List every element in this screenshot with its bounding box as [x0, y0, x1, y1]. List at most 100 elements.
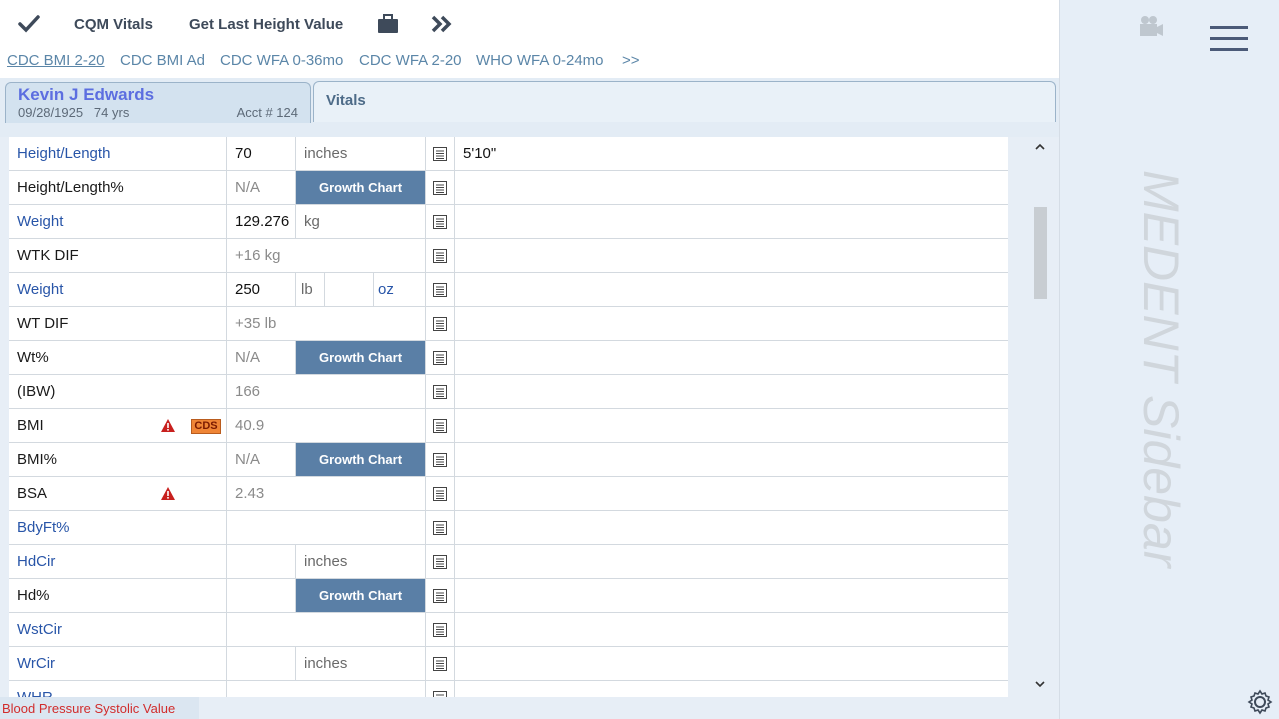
notes-icon[interactable]: [426, 477, 455, 510]
table-row: BdyFt%: [9, 511, 1008, 545]
wtk-dif-label: WTK DIF: [9, 239, 227, 272]
cds-badge[interactable]: CDS: [191, 419, 221, 434]
growth-chart-button[interactable]: Growth Chart: [296, 171, 426, 204]
warning-icon[interactable]: [160, 418, 176, 433]
weight-kg-label[interactable]: Weight: [9, 205, 227, 238]
comment-field[interactable]: [455, 647, 1008, 680]
wt-pct-label: Wt%: [9, 341, 227, 374]
comment-field[interactable]: [455, 171, 1008, 204]
growth-chart-button[interactable]: Growth Chart: [296, 579, 426, 612]
hdcir-input[interactable]: [227, 545, 296, 578]
height-unit: inches: [296, 137, 426, 170]
table-row: HdCir inches: [9, 545, 1008, 579]
comment-field[interactable]: [455, 375, 1008, 408]
comment-field[interactable]: [455, 341, 1008, 374]
gear-icon[interactable]: [1247, 689, 1273, 715]
patient-name: Kevin J Edwards: [18, 85, 155, 104]
link-cdc-wfa-0-36mo[interactable]: CDC WFA 0-36mo: [220, 52, 343, 69]
bmi-pct-value: N/A: [227, 443, 296, 476]
wrcir-input[interactable]: [227, 647, 296, 680]
weight-oz-input[interactable]: [325, 273, 374, 306]
scroll-up-icon[interactable]: [1031, 139, 1049, 153]
ibw-value: 166: [227, 375, 426, 408]
bdyft-label[interactable]: BdyFt%: [9, 511, 227, 544]
hdcir-label[interactable]: HdCir: [9, 545, 227, 578]
notes-icon[interactable]: [426, 205, 455, 238]
table-row: Weight 250 lb oz: [9, 273, 1008, 307]
comment-field[interactable]: [455, 545, 1008, 578]
link-cdc-bmi-ad[interactable]: CDC BMI Ad: [120, 52, 205, 69]
vertical-scrollbar[interactable]: [1031, 137, 1049, 693]
link-cdc-bmi-2-20[interactable]: CDC BMI 2-20: [7, 52, 105, 69]
notes-icon[interactable]: [426, 375, 455, 408]
notes-icon[interactable]: [426, 137, 455, 170]
comment-field[interactable]: [455, 579, 1008, 612]
patient-dob: 09/28/1925: [18, 105, 84, 120]
comment-field[interactable]: [455, 239, 1008, 272]
status-bar-fill: [199, 697, 1059, 719]
link-cdc-wfa-2-20[interactable]: CDC WFA 2-20: [359, 52, 462, 69]
height-input[interactable]: 70: [227, 137, 296, 170]
bsa-label: BSA: [17, 485, 48, 502]
wstcir-value[interactable]: [227, 613, 426, 646]
link-more[interactable]: >>: [622, 52, 640, 69]
weight-kg-input[interactable]: 129.276: [227, 205, 296, 238]
comment-field[interactable]: [455, 511, 1008, 544]
whr-label[interactable]: WHR: [9, 681, 227, 697]
notes-icon[interactable]: [426, 171, 455, 204]
scroll-down-icon[interactable]: [1031, 677, 1049, 691]
growth-chart-button[interactable]: Growth Chart: [296, 443, 426, 476]
comment-field[interactable]: [455, 477, 1008, 510]
briefcase-icon[interactable]: [377, 0, 399, 48]
sidebar-title: MEDENT Sidebar: [1133, 170, 1189, 570]
comment-field[interactable]: [455, 409, 1008, 442]
scrollbar-thumb[interactable]: [1034, 207, 1047, 299]
cqm-vitals-button[interactable]: CQM Vitals: [74, 0, 153, 48]
notes-icon[interactable]: [426, 239, 455, 272]
comment-field[interactable]: [455, 681, 1008, 697]
notes-icon[interactable]: [426, 273, 455, 306]
comment-field[interactable]: [455, 205, 1008, 238]
comment-field[interactable]: [455, 307, 1008, 340]
notes-icon[interactable]: [426, 613, 455, 646]
weight-lb-input[interactable]: 250: [227, 273, 296, 306]
comment-field[interactable]: [455, 273, 1008, 306]
warning-icon[interactable]: [160, 486, 176, 501]
notes-icon[interactable]: [426, 545, 455, 578]
video-camera-icon[interactable]: [1138, 15, 1164, 37]
notes-icon[interactable]: [426, 341, 455, 374]
wrcir-label[interactable]: WrCir: [9, 647, 227, 680]
wt-pct-value: N/A: [227, 341, 296, 374]
wt-dif-label: WT DIF: [9, 307, 227, 340]
table-row: Wt% N/A Growth Chart: [9, 341, 1008, 375]
bsa-value: 2.43: [227, 477, 426, 510]
height-comment[interactable]: 5'10": [455, 137, 1008, 170]
weight-lb-unit: lb: [296, 273, 325, 306]
table-row: BMI CDS 40.9: [9, 409, 1008, 443]
tab-vitals[interactable]: Vitals: [313, 81, 1056, 122]
height-length-label[interactable]: Height/Length: [9, 137, 227, 170]
hd-pct-label: Hd%: [9, 579, 227, 612]
growth-chart-button[interactable]: Growth Chart: [296, 341, 426, 374]
checkmark-icon[interactable]: [18, 0, 40, 48]
wstcir-label[interactable]: WstCir: [9, 613, 227, 646]
patient-dob-age: 09/28/1925 74 yrs: [18, 105, 129, 120]
link-who-wfa-0-24mo[interactable]: WHO WFA 0-24mo: [476, 52, 604, 69]
comment-field[interactable]: [455, 443, 1008, 476]
table-row: BMI% N/A Growth Chart: [9, 443, 1008, 477]
notes-icon[interactable]: [426, 681, 455, 697]
comment-field[interactable]: [455, 613, 1008, 646]
notes-icon[interactable]: [426, 307, 455, 340]
notes-icon[interactable]: [426, 443, 455, 476]
patient-tab[interactable]: Kevin J Edwards 09/28/1925 74 yrs Acct #…: [5, 82, 311, 123]
double-chevron-right-icon[interactable]: [431, 0, 453, 48]
weight-lb-label[interactable]: Weight: [9, 273, 227, 306]
notes-icon[interactable]: [426, 647, 455, 680]
get-last-height-button[interactable]: Get Last Height Value: [189, 0, 343, 48]
notes-icon[interactable]: [426, 409, 455, 442]
wrcir-unit: inches: [296, 647, 426, 680]
table-row: Height/Length 70 inches 5'10": [9, 137, 1008, 171]
hamburger-menu-icon[interactable]: [1210, 26, 1248, 54]
notes-icon[interactable]: [426, 511, 455, 544]
notes-icon[interactable]: [426, 579, 455, 612]
